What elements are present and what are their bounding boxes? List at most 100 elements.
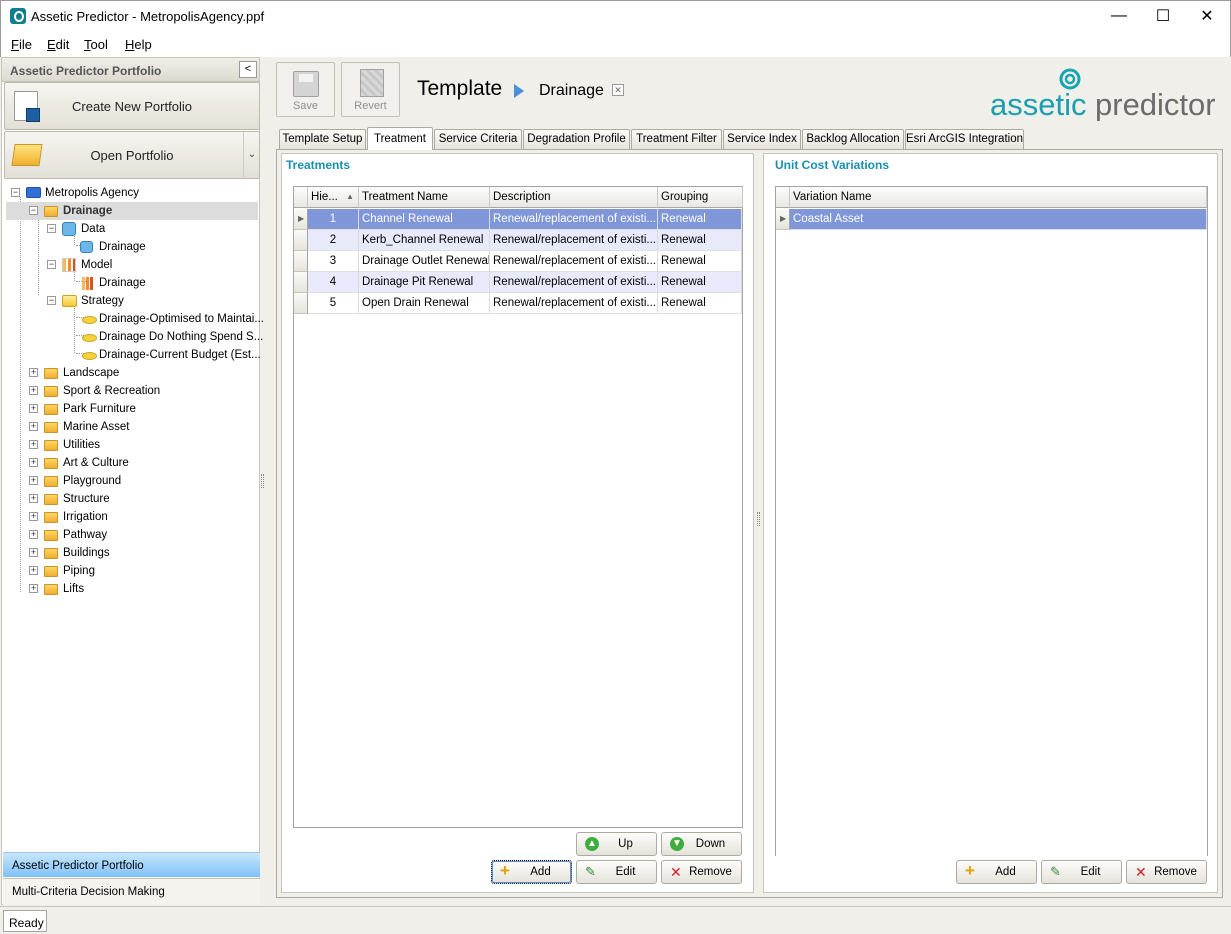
menu-help[interactable]: Help (125, 37, 152, 52)
close-icon[interactable]: ✕ (612, 84, 624, 96)
portfolio-panel-title: Assetic Predictor Portfolio (10, 64, 162, 78)
create-portfolio-button[interactable]: Create New Portfolio (4, 82, 260, 130)
table-row[interactable]: 4 Drainage Pit Renewal Renewal/replacement… (294, 272, 742, 293)
tree-label-strategy: Strategy (81, 295, 124, 307)
tree-label-category: Park Furniture (63, 403, 136, 415)
breadcrumb-template[interactable]: Template (417, 77, 502, 101)
unit-cost-grid[interactable]: Variation Name ▶ Coastal Asset (775, 186, 1208, 856)
col-variation-name[interactable]: Variation Name (790, 187, 1207, 208)
row-header-corner (776, 187, 790, 208)
portfolio-tree: − Metropolis Agency − Drainage − Data Dr… (6, 184, 264, 604)
cell-description: Renewal/replacement of existi... (490, 272, 658, 293)
table-row[interactable]: 2 Kerb_Channel Renewal Renewal/replacement… (294, 230, 742, 251)
folder-icon (44, 386, 58, 397)
remove-treatment-button[interactable]: ✕ Remove (661, 860, 742, 884)
cell-hierarchy: 2 (308, 230, 359, 251)
unit-cost-group: Unit Cost Variations Variation Name ▶ Co… (763, 153, 1218, 893)
vertical-splitter[interactable] (757, 512, 760, 526)
close-button[interactable]: ✕ (1184, 1, 1230, 31)
menu-tool[interactable]: Tool (84, 37, 108, 52)
folder-icon (44, 404, 58, 415)
cell-hierarchy: 1 (308, 209, 359, 230)
tree-label-data: Data (81, 223, 106, 235)
minimize-button[interactable]: — (1096, 1, 1142, 31)
main-area: Save Revert Template Drainage ✕ assetic … (266, 57, 1229, 905)
tab-1[interactable]: Treatment (367, 127, 433, 150)
strategy-icon (62, 295, 77, 307)
add-variation-button[interactable]: + Add (956, 860, 1037, 884)
cell-treatment-name: Kerb_Channel Renewal (359, 230, 490, 251)
tree-node-drainage[interactable]: − Drainage (6, 202, 258, 220)
app-icon (10, 8, 26, 24)
treatment-panel: Treatments Hie... ▲ Treatment Name Descri… (276, 149, 1223, 898)
remove-variation-button[interactable]: ✕ Remove (1126, 860, 1207, 884)
col-treatment-name[interactable]: Treatment Name (359, 187, 490, 208)
cell-grouping: Renewal (658, 251, 742, 272)
table-row[interactable]: ▶ 1 Channel Renewal Renewal/replacement of … (294, 209, 742, 230)
tree-label-category: Pathway (63, 529, 108, 541)
collapse-panel-button[interactable]: < (239, 61, 257, 78)
tree-label-category: Playground (63, 475, 122, 487)
tree-label-model: Model (81, 259, 113, 271)
revert-button[interactable]: Revert (341, 62, 400, 117)
edit-treatment-button[interactable]: ✎ Edit (576, 860, 657, 884)
create-portfolio-label: Create New Portfolio (72, 99, 192, 114)
tree-label-category: Lifts (63, 583, 85, 595)
up-button[interactable]: ▲ Up (576, 832, 657, 856)
assetic-logo: assetic predictor (990, 65, 1216, 122)
nav-portfolio[interactable]: Assetic Predictor Portfolio (3, 852, 260, 877)
breadcrumb-current: Drainage (539, 82, 604, 99)
cell-grouping: Renewal (658, 230, 742, 251)
unit-cost-title: Unit Cost Variations (775, 158, 890, 172)
maximize-button[interactable]: ☐ (1140, 1, 1186, 31)
menu-edit[interactable]: Edit (47, 37, 69, 52)
open-portfolio-button[interactable]: Open Portfolio ⌄ (4, 131, 260, 179)
coins-icon (82, 334, 97, 342)
col-hierarchy[interactable]: Hie... ▲ (308, 187, 359, 208)
table-row[interactable]: ▶ Coastal Asset (776, 209, 1207, 230)
down-button[interactable]: ▼ Down (661, 832, 742, 856)
coins-icon (82, 352, 97, 360)
tree-node-metropolis-agency[interactable]: − Metropolis Agency (6, 184, 256, 202)
row-header-corner (294, 187, 308, 208)
cell-description: Renewal/replacement of existi... (490, 293, 658, 314)
cell-treatment-name: Open Drain Renewal (359, 293, 490, 314)
tab-7[interactable]: Esri ArcGIS Integration (905, 129, 1024, 149)
tab-0[interactable]: Template Setup (279, 129, 366, 149)
col-description[interactable]: Description (490, 187, 658, 208)
cell-grouping: Renewal (658, 209, 742, 230)
data-icon (80, 241, 93, 253)
breadcrumb-arrow-icon (514, 84, 524, 98)
chevron-down-icon[interactable]: ⌄ (243, 132, 260, 178)
col-grouping[interactable]: Grouping (658, 187, 743, 208)
tree-label-category: Piping (63, 565, 95, 577)
chart-icon (82, 277, 94, 290)
save-button[interactable]: Save (276, 62, 335, 117)
folder-icon (44, 206, 58, 217)
tab-4[interactable]: Treatment Filter (631, 129, 722, 149)
tab-6[interactable]: Backlog Allocation (802, 129, 904, 149)
folder-icon (44, 368, 58, 379)
tab-2[interactable]: Service Criteria (434, 129, 522, 149)
table-row[interactable]: 5 Open Drain Renewal Renewal/replacement o… (294, 293, 742, 314)
cell-treatment-name: Channel Renewal (359, 209, 490, 230)
folder-icon (44, 494, 58, 505)
left-splitter[interactable] (261, 474, 264, 488)
status-text: Ready (3, 910, 47, 932)
tab-5[interactable]: Service Index (723, 129, 801, 149)
chart-icon (62, 258, 76, 272)
menu-file[interactable]: File (11, 37, 32, 52)
data-icon (62, 222, 76, 236)
tab-3[interactable]: Degradation Profile (523, 129, 630, 149)
add-treatment-button[interactable]: + Add (491, 860, 572, 884)
tree-label-strategy-3: Drainage-Current Budget (Est... (99, 349, 261, 361)
cell-hierarchy: 5 (308, 293, 359, 314)
nav-mcdm[interactable]: Multi-Criteria Decision Making (3, 878, 260, 905)
edit-variation-button[interactable]: ✎ Edit (1041, 860, 1122, 884)
table-row[interactable]: 3 Drainage Outlet Renewal Renewal/replacem… (294, 251, 742, 272)
status-bar: Ready (0, 906, 1231, 934)
cell-grouping: Renewal (658, 293, 742, 314)
tree-label-strategy-1: Drainage-Optimised to Maintai... (99, 313, 264, 325)
tree-label-category: Art & Culture (63, 457, 129, 469)
treatments-grid[interactable]: Hie... ▲ Treatment Name Description Group… (293, 186, 743, 828)
